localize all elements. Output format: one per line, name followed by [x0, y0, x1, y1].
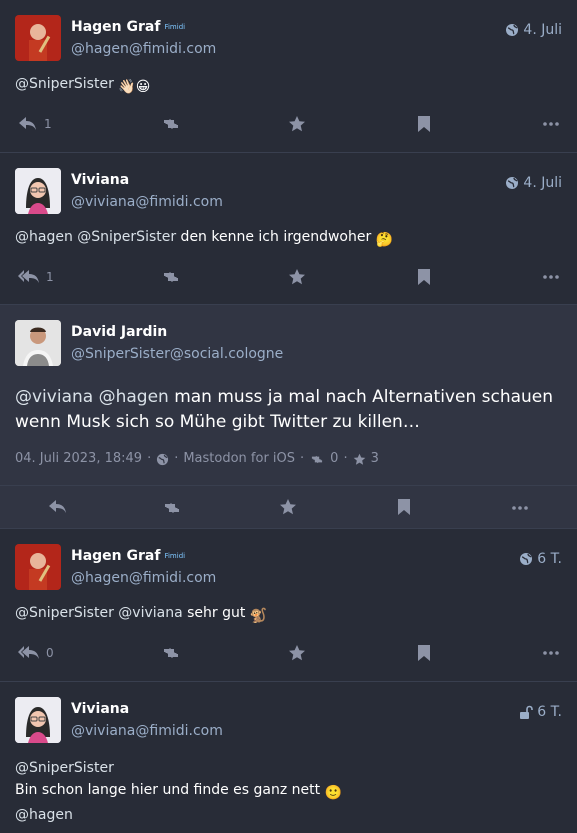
mention-links[interactable]: @viviana @hagen [15, 387, 169, 407]
reply-all-icon [18, 270, 39, 283]
bookmark-button[interactable] [398, 499, 410, 515]
ellipsis-icon [512, 506, 528, 510]
content-line: Bin schon lange hier und finde es ganz n… [15, 779, 342, 804]
bookmark-icon [418, 116, 430, 132]
account-handle[interactable]: @viviana@fimidi.com [71, 192, 223, 212]
boost-button[interactable] [160, 646, 182, 660]
emoji: 🙂 [324, 785, 343, 801]
bot-badge: Fimidi [164, 552, 186, 560]
display-name[interactable]: Hagen Graf Fimidi [71, 17, 185, 37]
status-content: @viviana @hagen man muss ja mal nach Alt… [15, 387, 554, 432]
application-link[interactable]: Mastodon for iOS [183, 449, 295, 469]
unlock-icon [520, 705, 534, 719]
boost-icon [165, 503, 179, 513]
status-date[interactable]: 04. Juli 2023, 18:49 [15, 449, 142, 469]
bookmark-button[interactable] [418, 116, 430, 132]
avatar[interactable] [15, 168, 61, 214]
mention-links[interactable]: @SniperSister @viviana [15, 605, 183, 621]
boost-button[interactable] [161, 501, 183, 515]
status-1[interactable]: Hagen Graf Fimidi @hagen@fimidi.com 4. Ju… [0, 0, 577, 153]
bot-badge: Fimidi [164, 23, 186, 31]
ellipsis-icon [543, 122, 559, 126]
bookmark-button[interactable] [418, 269, 430, 285]
star-icon [289, 116, 305, 132]
reply-button[interactable]: 1 [18, 116, 52, 132]
reply-all-button[interactable]: 1 [18, 269, 54, 285]
emoji: 🐒 [249, 608, 268, 624]
avatar[interactable] [15, 697, 61, 743]
favourite-button[interactable] [288, 115, 306, 133]
status-4[interactable]: Hagen Graf Fimidi @hagen@fimidi.com 6 T. … [0, 529, 577, 682]
reblog-count[interactable]: 0 [330, 449, 338, 469]
account-handle[interactable]: @hagen@fimidi.com [71, 568, 216, 588]
avatar[interactable] [15, 544, 61, 590]
globe-icon [520, 553, 533, 565]
star-icon [289, 269, 305, 285]
more-button[interactable] [543, 651, 559, 655]
status-content: @SniperSister @viviana sehr gut 🐒 [15, 602, 267, 627]
mention-link[interactable]: @SniperSister [15, 757, 342, 779]
favourite-count[interactable]: 3 [371, 449, 379, 469]
globe-icon [506, 24, 519, 36]
account-handle[interactable]: @viviana@fimidi.com [71, 721, 223, 741]
emoji: 👋🏻😀 [118, 79, 151, 95]
globe-icon [157, 453, 169, 465]
display-name[interactable]: Hagen Graf Fimidi [71, 546, 185, 566]
status-content: @SniperSister 👋🏻😀 [15, 73, 150, 98]
boost-icon [312, 455, 323, 463]
reply-icon [19, 117, 36, 130]
status-detailed[interactable]: David Jardin @SniperSister@social.cologn… [0, 305, 577, 529]
account-handle[interactable]: @SniperSister@social.cologne [71, 344, 283, 364]
bookmark-icon [418, 269, 430, 285]
ellipsis-icon [543, 651, 559, 655]
boost-icon [164, 119, 178, 129]
bookmark-icon [398, 499, 410, 515]
star-icon [280, 499, 296, 515]
status-time[interactable]: 6 T. [519, 549, 562, 569]
reply-all-button[interactable]: 0 [18, 645, 54, 661]
status-2[interactable]: Viviana @viviana@fimidi.com 4. Juli @hag… [0, 153, 577, 305]
boost-button[interactable] [160, 117, 182, 131]
mention-links[interactable]: @hagen @SniperSister [15, 229, 176, 245]
display-name[interactable]: David Jardin [71, 322, 167, 342]
avatar[interactable] [15, 320, 61, 366]
boost-button[interactable] [160, 270, 182, 284]
detailed-action-bar [0, 485, 577, 530]
status-time[interactable]: 4. Juli [505, 20, 562, 40]
status-time[interactable]: 6 T. [519, 702, 562, 722]
boost-icon [164, 648, 178, 658]
more-button[interactable] [512, 506, 528, 510]
display-name[interactable]: Viviana [71, 170, 129, 190]
bookmark-icon [418, 645, 430, 661]
reply-all-icon [18, 646, 39, 659]
account-handle[interactable]: @hagen@fimidi.com [71, 39, 216, 59]
boost-icon [164, 272, 178, 282]
bookmark-button[interactable] [418, 645, 430, 661]
favourite-button[interactable] [288, 268, 306, 286]
status-content: @SniperSister Bin schon lange hier und f… [15, 757, 342, 826]
reply-button[interactable] [48, 499, 68, 515]
display-name[interactable]: Viviana [71, 699, 129, 719]
emoji: 🤔 [375, 232, 394, 248]
favourite-button[interactable] [279, 498, 297, 516]
star-icon [353, 453, 365, 465]
status-meta: 04. Juli 2023, 18:49 · · Mastodon for iO… [15, 449, 379, 469]
status-content: @hagen @SniperSister den kenne ich irgen… [15, 226, 393, 251]
status-time[interactable]: 4. Juli [505, 173, 562, 193]
reply-icon [49, 500, 66, 513]
status-5[interactable]: Viviana @viviana@fimidi.com 6 T. @Sniper… [0, 682, 577, 833]
mention-link[interactable]: @SniperSister [15, 76, 114, 92]
star-icon [289, 645, 305, 661]
more-button[interactable] [543, 122, 559, 126]
avatar[interactable] [15, 15, 61, 61]
mention-link[interactable]: @hagen [15, 804, 342, 826]
globe-icon [506, 177, 519, 189]
favourite-button[interactable] [288, 644, 306, 662]
more-button[interactable] [543, 275, 559, 279]
ellipsis-icon [543, 275, 559, 279]
